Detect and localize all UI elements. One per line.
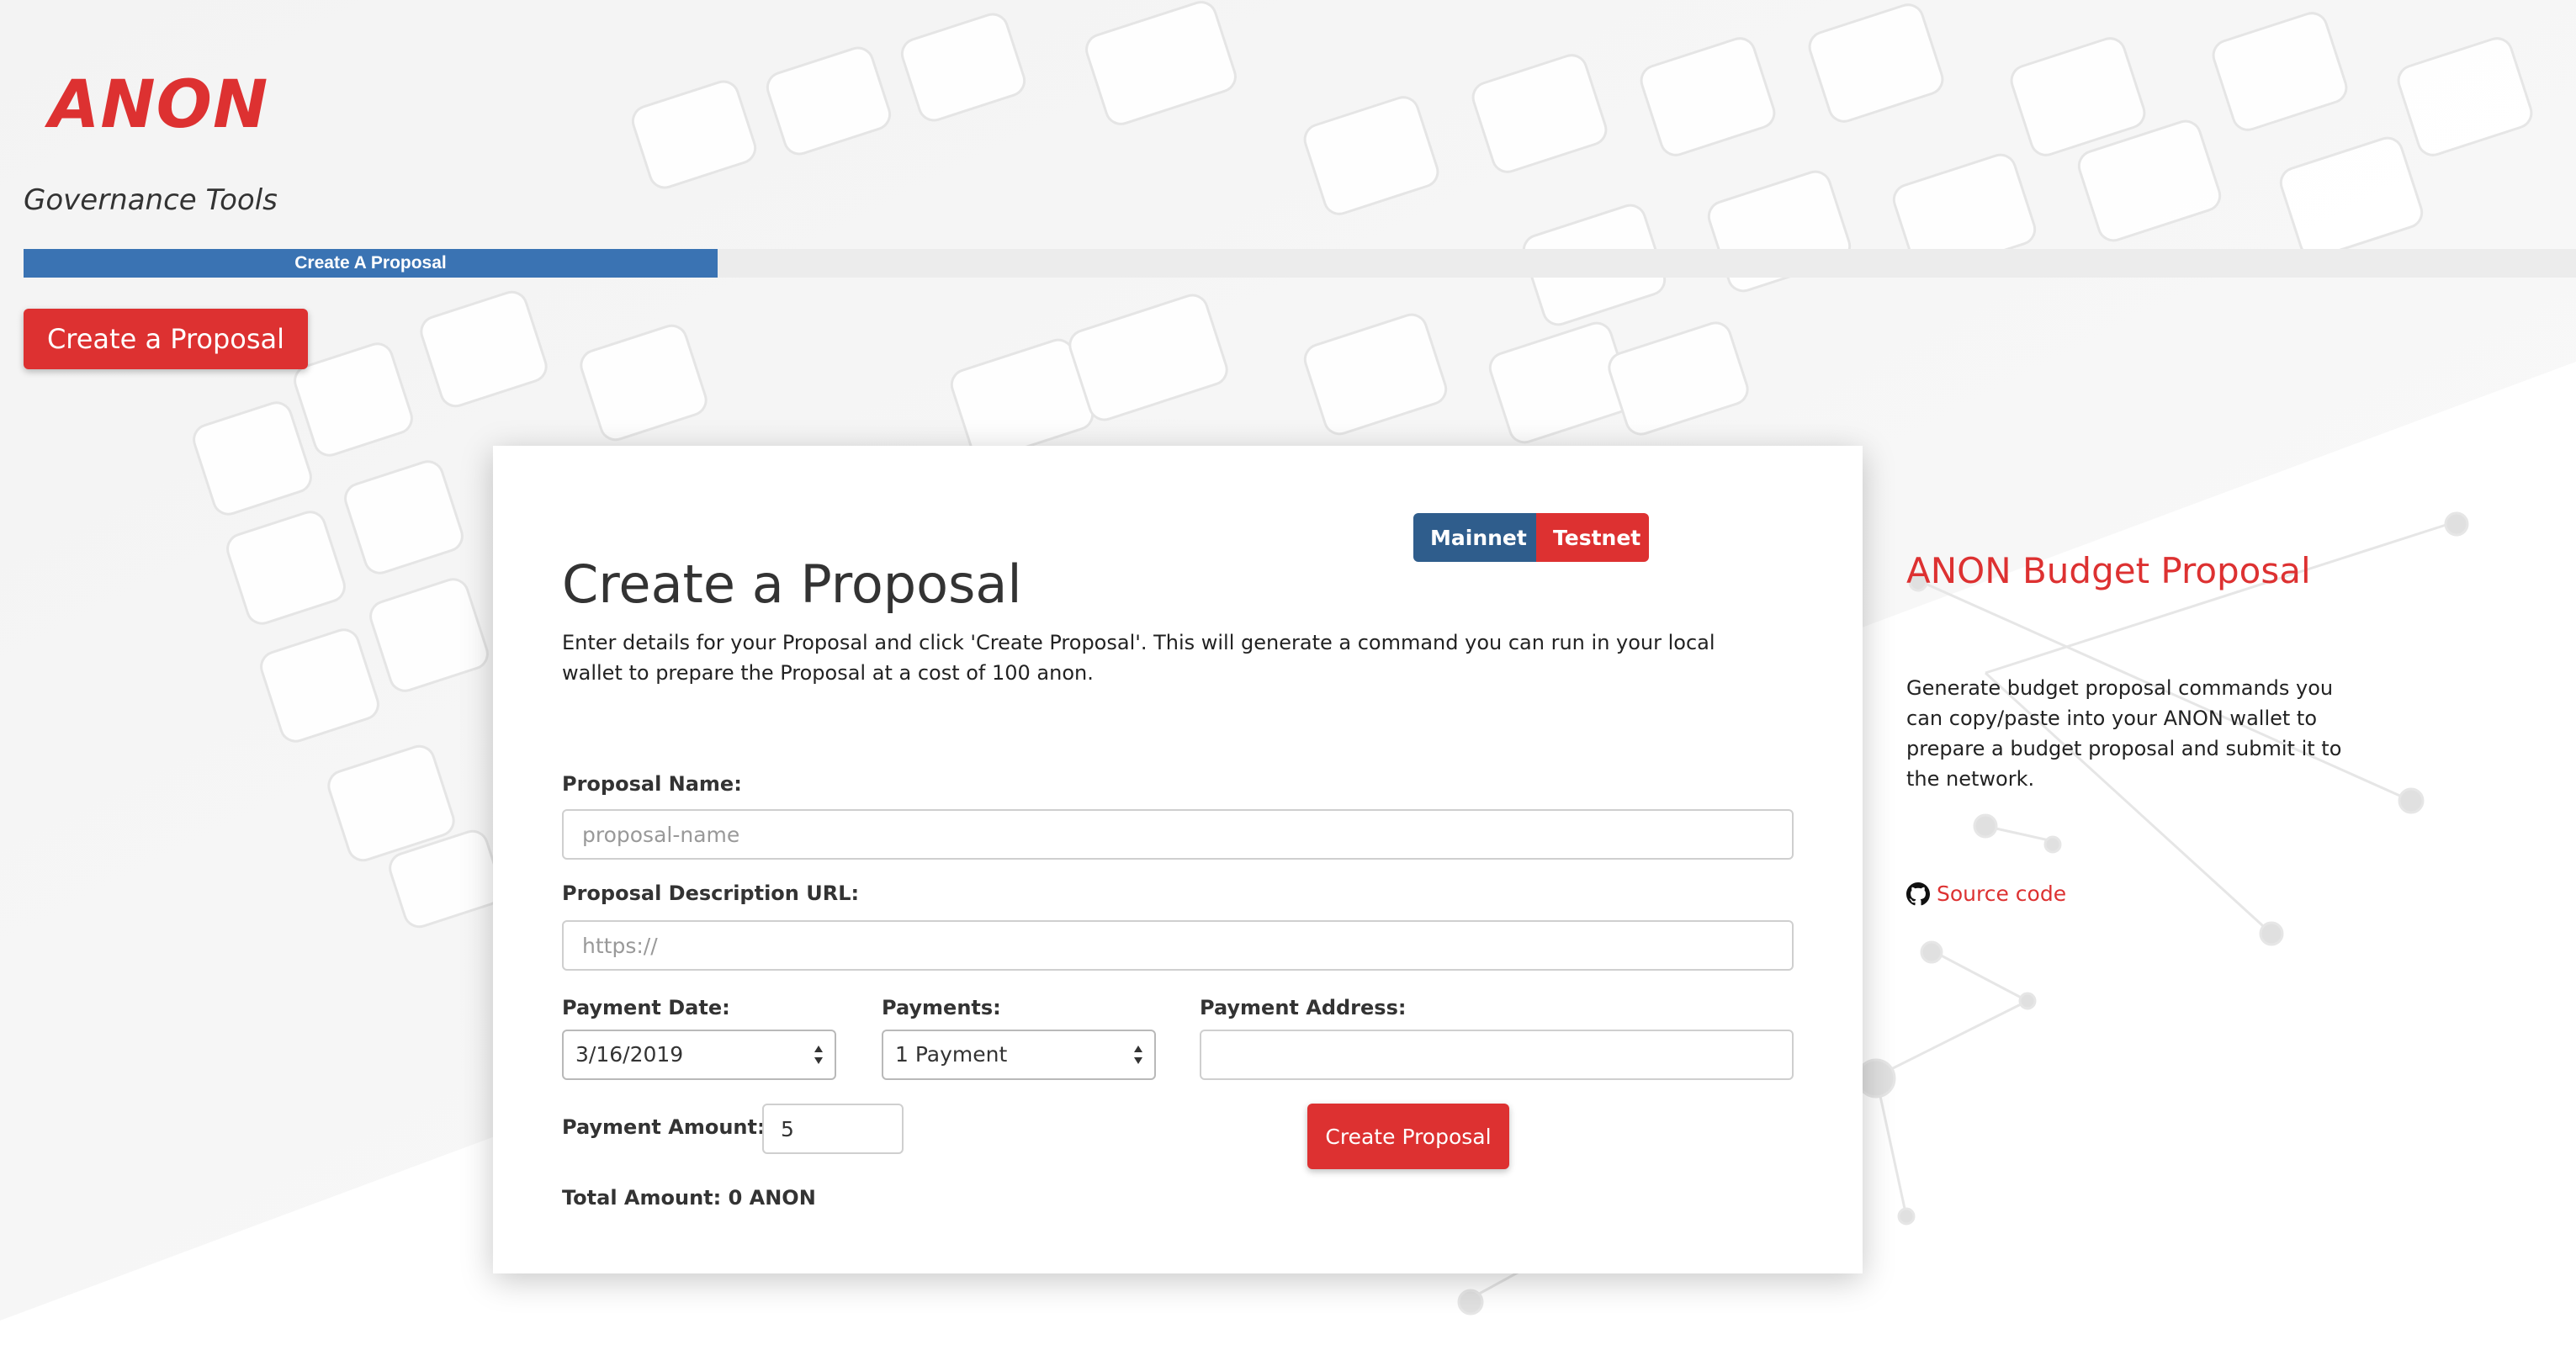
payments-label: Payments: [882, 996, 1001, 1019]
select-arrows-icon [1134, 1046, 1142, 1064]
testnet-button[interactable]: Testnet [1536, 513, 1649, 562]
progress-bar: Create A Proposal [24, 249, 2576, 278]
description-url-input[interactable] [562, 920, 1794, 971]
proposal-name-input[interactable] [562, 809, 1794, 860]
payments-value: 1 Payment [895, 1042, 1008, 1067]
payment-amount-input[interactable] [762, 1104, 904, 1154]
payment-amount-label: Payment Amount: [562, 1115, 766, 1139]
network-toggle: Mainnet Testnet [1413, 513, 1649, 562]
payment-date-label: Payment Date: [562, 996, 730, 1019]
sidebar-title: ANON Budget Proposal [1906, 550, 2311, 591]
description-url-label: Proposal Description URL: [562, 882, 860, 905]
progress-fill: Create A Proposal [24, 249, 718, 278]
proposal-form-card: Mainnet Testnet Create a Proposal Enter … [493, 446, 1863, 1273]
payments-select[interactable]: 1 Payment [882, 1030, 1156, 1080]
progress-label: Create A Proposal [294, 253, 447, 273]
select-arrows-icon [814, 1046, 823, 1064]
anon-logo: ANON [49, 67, 269, 143]
form-title: Create a Proposal [562, 553, 1022, 615]
payment-date-select[interactable]: 3/16/2019 [562, 1030, 836, 1080]
source-code-label: Source code [1937, 882, 2067, 906]
page: ANON Governance Tools Create A Proposal … [0, 0, 2576, 1366]
proposal-name-label: Proposal Name: [562, 772, 742, 796]
payment-date-value: 3/16/2019 [575, 1042, 684, 1067]
app-subtitle: Governance Tools [24, 183, 278, 217]
total-amount: Total Amount: 0 ANON [562, 1186, 816, 1210]
create-proposal-button[interactable]: Create Proposal [1307, 1104, 1509, 1169]
create-proposal-nav-button[interactable]: Create a Proposal [24, 309, 308, 369]
payment-address-input[interactable] [1200, 1030, 1794, 1080]
form-description: Enter details for your Proposal and clic… [562, 631, 1715, 685]
source-code-link[interactable]: Source code [1906, 882, 2066, 906]
payment-address-label: Payment Address: [1200, 996, 1407, 1019]
mainnet-button[interactable]: Mainnet [1413, 513, 1536, 562]
sidebar-description: Generate budget proposal commands you ca… [1906, 676, 2342, 791]
github-icon [1906, 882, 1930, 905]
